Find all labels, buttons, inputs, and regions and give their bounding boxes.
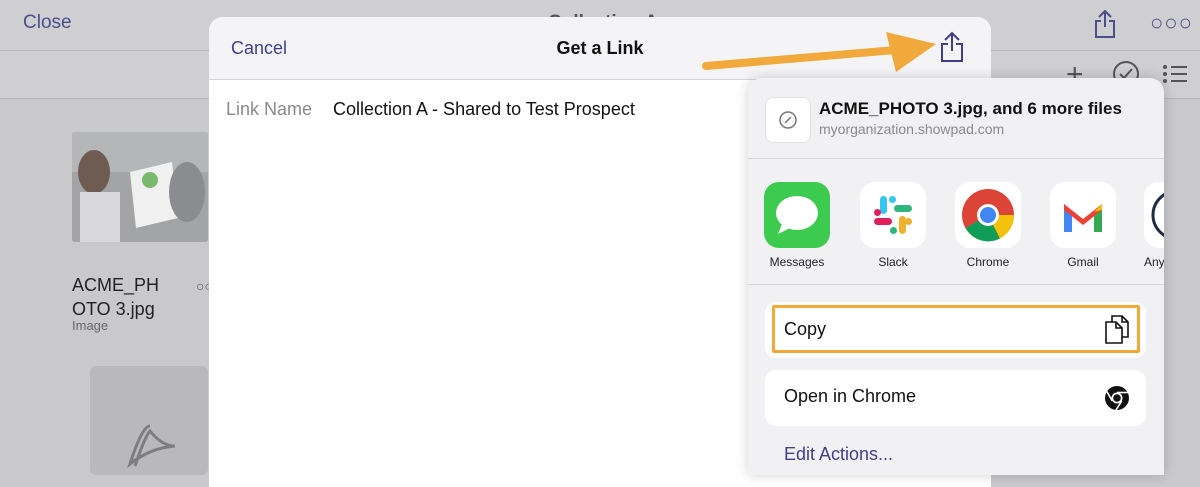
share-app-chrome[interactable]: Chrome: [954, 182, 1022, 269]
link-name-field[interactable]: Collection A - Shared to Test Prospect: [333, 99, 635, 120]
file-name: ACME_PH OTO 3.jpg: [72, 275, 160, 319]
share-app-gmail[interactable]: Gmail: [1049, 182, 1117, 269]
slack-icon: [860, 182, 926, 248]
share-title: ACME_PHOTO 3.jpg, and 6 more files: [819, 99, 1122, 118]
file-type: Image: [72, 318, 109, 333]
open-in-chrome-label: Open in Chrome: [784, 386, 917, 406]
copy-label: Copy: [784, 319, 827, 339]
messages-icon: [764, 182, 830, 248]
app-label: Messages: [769, 255, 825, 269]
divider: [748, 284, 1164, 285]
pdf-thumbnail[interactable]: [90, 366, 208, 475]
share-app-any[interactable]: Any: [1144, 182, 1164, 269]
chrome-mono-icon: [1104, 385, 1130, 416]
any-app-icon: [1144, 182, 1164, 248]
background-share-icon[interactable]: [1094, 9, 1116, 44]
photo-thumbnail[interactable]: [72, 132, 208, 242]
app-label: Gmail: [1067, 255, 1099, 269]
app-label: Chrome: [966, 255, 1010, 269]
share-subtitle: myorganization.showpad.com: [819, 121, 1005, 137]
more-icon[interactable]: ○○○: [1150, 10, 1193, 36]
copy-highlight-box: [772, 305, 1140, 353]
list-view-icon[interactable]: [1162, 64, 1188, 89]
app-label: Slack: [878, 255, 908, 269]
compass-icon: [765, 97, 811, 143]
share-sheet: ACME_PHOTO 3.jpg, and 6 more files myorg…: [748, 78, 1164, 475]
chrome-icon: [955, 182, 1021, 248]
share-icon[interactable]: [939, 31, 965, 68]
annotation-arrow: [700, 28, 940, 81]
link-name-label: Link Name: [226, 99, 313, 119]
app-label: Any: [1144, 255, 1164, 269]
pdf-icon: [127, 424, 176, 469]
close-button[interactable]: Close: [23, 12, 72, 34]
share-app-slack[interactable]: Slack: [859, 182, 927, 269]
edit-actions-link[interactable]: Edit Actions...: [784, 444, 893, 465]
copy-icon: [1104, 313, 1130, 350]
share-app-messages[interactable]: Messages: [763, 182, 831, 269]
gmail-icon: [1050, 182, 1116, 248]
